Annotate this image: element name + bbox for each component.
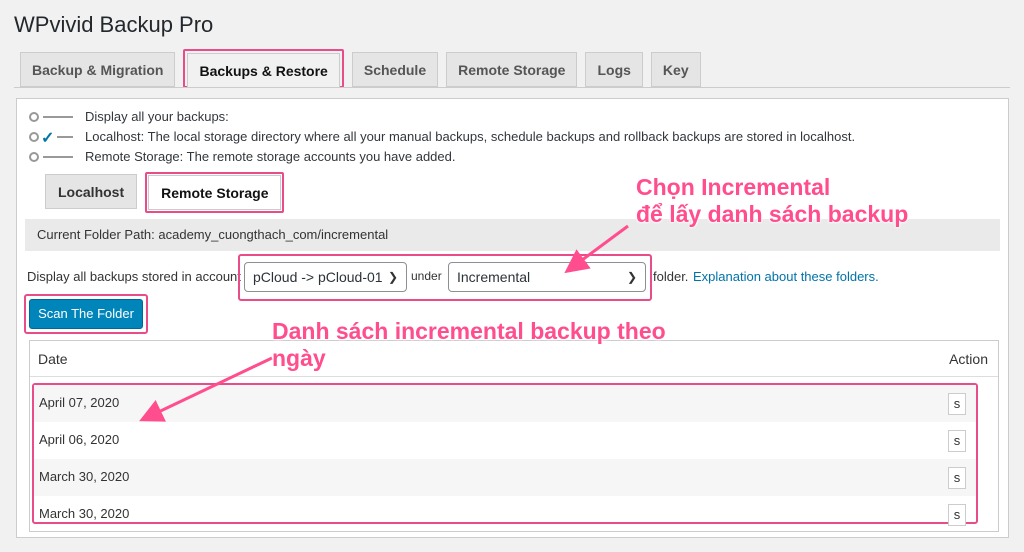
annotation-bottom-line1: Danh sách incremental backup theo (272, 318, 666, 344)
annotation-arrows (139, 224, 629, 422)
arrow-to-backup-rows (139, 356, 273, 422)
arrow-to-folder-select (564, 224, 629, 274)
annotation-top: Chọn Incremental để lấy danh sách backup (636, 174, 908, 228)
annotation-bottom: Danh sách incremental backup theo ngày (272, 318, 666, 372)
annotation-top-line1: Chọn Incremental (636, 174, 831, 200)
annotation-top-line2: để lấy danh sách backup (636, 201, 909, 227)
annotation-bottom-line2: ngày (272, 345, 326, 371)
